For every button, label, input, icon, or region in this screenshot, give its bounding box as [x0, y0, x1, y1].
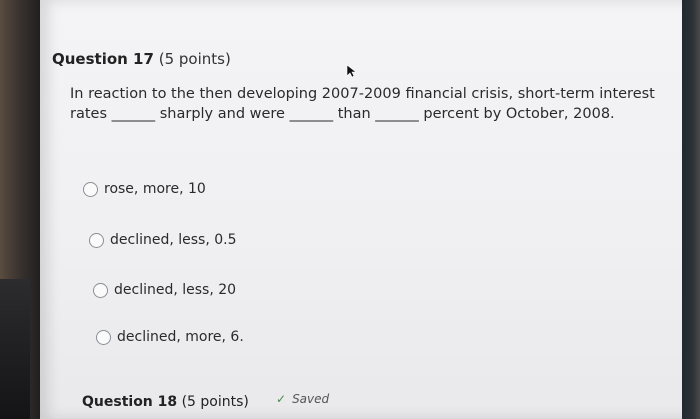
check-icon: ✓: [276, 392, 287, 406]
quiz-screen: Question 17 (5 points) In reaction to th…: [40, 0, 688, 419]
radio-button[interactable]: [96, 329, 111, 345]
answer-option-1[interactable]: rose, more, 10: [83, 181, 206, 197]
answer-option-3[interactable]: declined, less, 20: [93, 282, 236, 298]
radio-button[interactable]: [83, 181, 98, 197]
next-question-number: Question 18: [82, 394, 178, 410]
saved-status: ✓ Saved: [276, 392, 329, 406]
answer-option-label: declined, more, 6.: [117, 329, 244, 345]
answer-option-2[interactable]: declined, less, 0.5: [89, 232, 237, 248]
answer-option-label: declined, less, 20: [114, 282, 237, 298]
question-points: (5 points): [158, 50, 231, 68]
monitor-bezel-right: [682, 0, 700, 419]
radio-button[interactable]: [93, 282, 108, 298]
question-header: Question 17 (5 points): [52, 50, 231, 68]
next-question-header: Question 18 (5 points): [82, 394, 249, 410]
keyboard-edge: [0, 279, 30, 419]
monitor-bezel-left: [0, 0, 42, 419]
answer-option-label: declined, less, 0.5: [110, 232, 237, 248]
next-question-points: (5 points): [181, 394, 249, 410]
question-text: In reaction to the then developing 2007-…: [70, 86, 655, 122]
answer-option-4[interactable]: declined, more, 6.: [96, 329, 244, 345]
arrow-cursor-icon: [346, 64, 356, 78]
saved-label: Saved: [292, 392, 330, 406]
question-number: Question 17: [52, 50, 154, 68]
answer-option-label: rose, more, 10: [104, 181, 206, 197]
radio-button[interactable]: [89, 232, 104, 248]
